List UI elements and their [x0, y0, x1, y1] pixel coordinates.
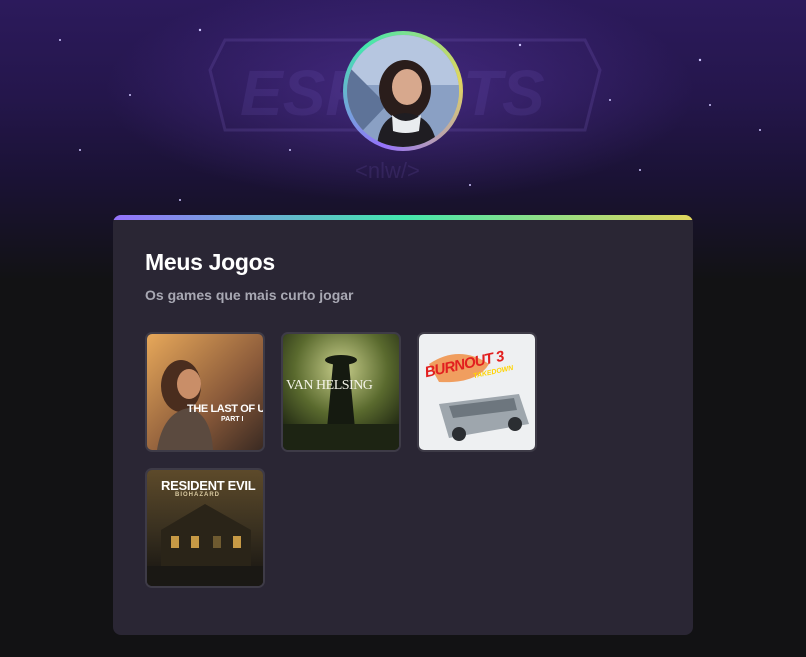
svg-text:<nlw/>: <nlw/>	[355, 158, 420, 183]
game-subtitle: PART I	[221, 416, 244, 423]
game-title: RESIDENT EVIL	[161, 478, 256, 493]
game-cover-the-last-of-us	[147, 334, 263, 450]
profile-avatar[interactable]	[347, 35, 459, 147]
game-title: THE LAST OF US	[187, 403, 265, 415]
avatar-photo	[347, 35, 459, 147]
game-tile-the-last-of-us[interactable]: THE LAST OF US PART I	[145, 332, 265, 452]
games-card: Meus Jogos Os games que mais curto jogar…	[113, 215, 693, 635]
card-gradient-bar	[113, 215, 693, 220]
game-title: VAN HELSING	[286, 378, 373, 393]
game-tile-van-helsing[interactable]: VAN HELSING	[281, 332, 401, 452]
game-tile-resident-evil[interactable]: RESIDENT EVIL BIOHAZARD	[145, 468, 265, 588]
games-grid: THE LAST OF US PART I VAN HELSING BURNOU…	[145, 332, 545, 588]
profile-avatar-ring	[343, 31, 463, 151]
card-title: Meus Jogos	[145, 249, 275, 275]
game-cover-burnout-3	[419, 334, 535, 450]
game-tile-burnout-3[interactable]: BURNOUT 3 TAKEDOWN	[417, 332, 537, 452]
card-subtitle: Os games que mais curto jogar	[145, 287, 354, 303]
game-subtitle: BIOHAZARD	[175, 492, 220, 498]
